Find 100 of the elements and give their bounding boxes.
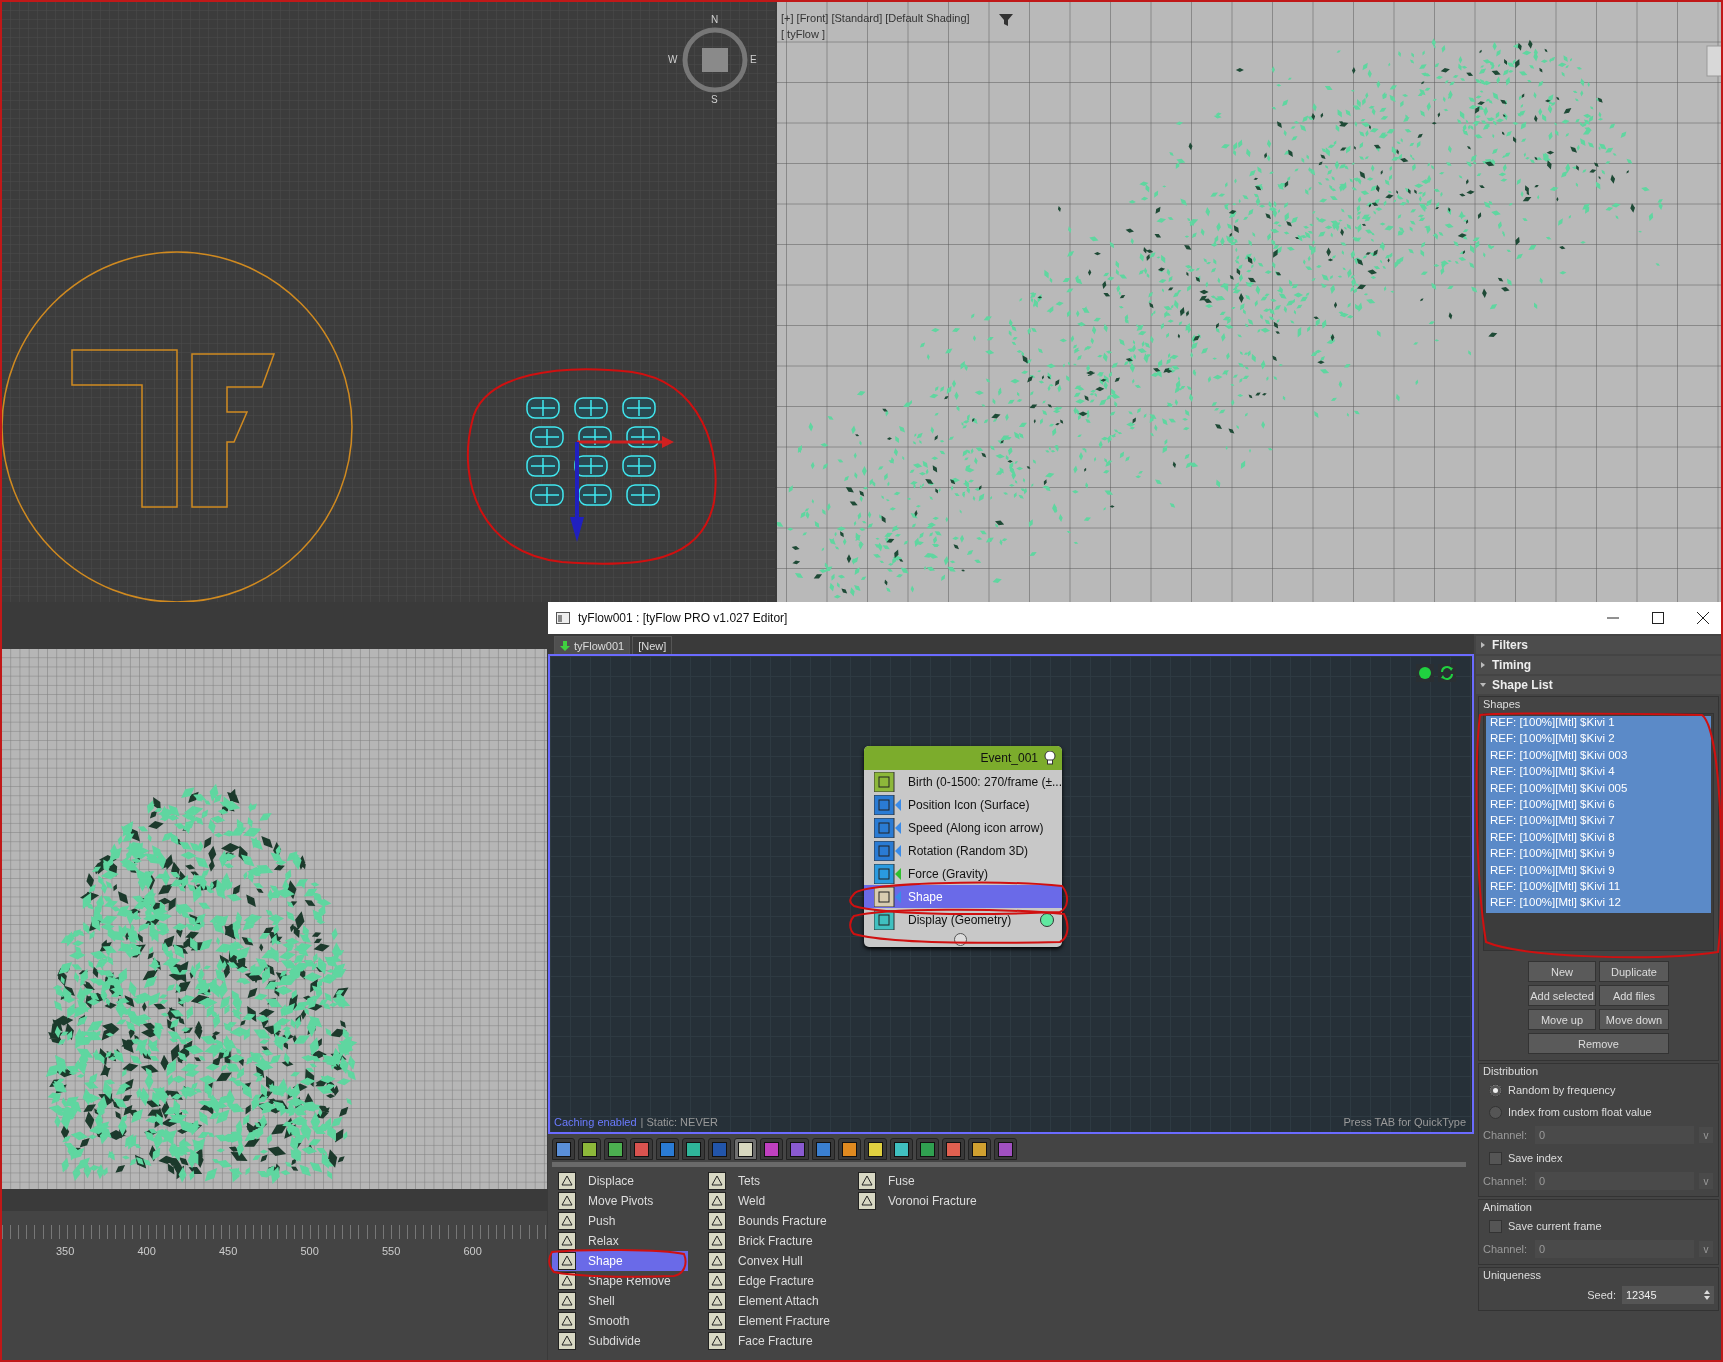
operator-list-item[interactable]: Brick Fracture [702, 1231, 852, 1251]
timeline-ruler[interactable]: 350 400 450 500 550 600 [2, 1189, 547, 1360]
operator-list-item[interactable]: Fuse [852, 1171, 1002, 1191]
shape-list-item[interactable]: REF: [100%][Mtl] $Kivi 12 [1486, 896, 1711, 913]
lightbulb-icon[interactable] [1044, 751, 1056, 765]
operator-list-item[interactable]: Shell [552, 1291, 702, 1311]
flow-tab[interactable]: tyFlow001 [554, 636, 631, 654]
radio-button[interactable] [1489, 1105, 1502, 1119]
refresh-icon[interactable] [1438, 664, 1456, 682]
operator-list-item[interactable]: Weld [702, 1191, 852, 1211]
operator-row[interactable]: Display (Geometry) [864, 908, 1062, 931]
spinner-arrows-icon[interactable] [1704, 1290, 1710, 1300]
rollout-header[interactable]: Timing [1476, 656, 1721, 674]
operator-list-item[interactable]: Shape [552, 1251, 688, 1271]
operator-icon [558, 1292, 576, 1310]
filter-icon[interactable] [999, 14, 1013, 26]
radio-button[interactable] [1489, 1083, 1502, 1097]
category-icon [998, 1141, 1013, 1157]
panel-button[interactable]: Duplicate [1599, 961, 1669, 982]
operator-row[interactable]: Speed (Along icon arrow) [864, 816, 1062, 839]
category-icon [790, 1141, 805, 1157]
front-viewport[interactable]: [+] [Front] [Standard] [Default Shading] [ tyFlow ] [777, 2, 1721, 602]
category-button[interactable] [682, 1138, 705, 1160]
operator-list-item[interactable]: Move Pivots [552, 1191, 702, 1211]
flow-canvas[interactable] [548, 654, 1474, 1134]
category-icon [764, 1141, 779, 1157]
checkbox[interactable] [1489, 1219, 1502, 1233]
operator-list-item[interactable]: Edge Fracture [702, 1271, 852, 1291]
operator-list-item[interactable]: Element Attach [702, 1291, 852, 1311]
group-title: Shapes [1483, 698, 1521, 710]
operator-row[interactable]: Force (Gravity) [864, 862, 1062, 885]
option-label[interactable]: Random by frequency [1508, 1084, 1616, 1096]
category-button[interactable] [942, 1138, 965, 1160]
operator-list-item[interactable]: Bounds Fracture [702, 1211, 852, 1231]
operator-list-item[interactable]: Smooth [552, 1311, 702, 1331]
perspective-viewport[interactable]: 350 400 450 500 550 600 [2, 649, 547, 1360]
top-viewport[interactable]: N E S W [2, 2, 775, 602]
category-button[interactable] [864, 1138, 887, 1160]
category-icon [894, 1141, 909, 1157]
group-title: Animation [1483, 1201, 1532, 1213]
operator-icon [558, 1312, 576, 1330]
shape-list-item[interactable]: REF: [100%][Mtl] $Kivi 4 [1486, 765, 1711, 782]
panel-button[interactable]: Add files [1599, 985, 1669, 1006]
operator-icon [708, 1272, 726, 1290]
category-icon [556, 1141, 571, 1157]
event-node[interactable]: Event_001 Birth (0-1500: 270/frame (±... Position Icon (Surface) Speed (Along icon arrow) Rotation (Random 3D) Force (Gravity) Shape Display (Geometry) [864, 746, 1062, 947]
operator-icon [708, 1232, 726, 1250]
operator-list-item[interactable]: Element Fracture [702, 1311, 852, 1331]
category-button[interactable] [734, 1138, 757, 1160]
operator-list-item[interactable]: Face Fracture [702, 1331, 852, 1351]
operator-icon [708, 1332, 726, 1350]
rollout-header[interactable]: Shape List [1476, 676, 1721, 694]
operator-row[interactable]: Shape [864, 885, 1062, 908]
category-icon [816, 1141, 831, 1157]
status-light-icon[interactable] [1416, 664, 1434, 682]
viewport-label[interactable]: [ tyFlow ] [781, 28, 970, 40]
viewport-label[interactable]: [+] [Front] [Standard] [Default Shading] [781, 12, 970, 24]
shape-list-item[interactable]: REF: [100%][Mtl] $Kivi 2 [1486, 732, 1711, 749]
operator-list-item[interactable]: Displace [552, 1171, 702, 1191]
operator-list-item[interactable]: Voronoi Fracture [852, 1191, 1002, 1211]
operator-row[interactable]: Position Icon (Surface) [864, 793, 1062, 816]
operator-list-item[interactable]: Subdivide [552, 1331, 702, 1351]
operator-row[interactable]: Birth (0-1500: 270/frame (±... [864, 770, 1062, 793]
category-button[interactable] [604, 1138, 627, 1160]
close-icon[interactable] [1697, 612, 1709, 624]
panel-button[interactable]: Move up [1528, 1009, 1596, 1030]
checkbox[interactable] [1489, 1151, 1502, 1165]
operator-icon [558, 1252, 576, 1270]
category-button[interactable] [916, 1138, 939, 1160]
option-label[interactable]: Save index [1508, 1152, 1563, 1164]
panel-button[interactable]: Remove [1528, 1033, 1669, 1054]
maximize-icon[interactable] [1652, 612, 1664, 624]
category-button[interactable] [838, 1138, 861, 1160]
option-label[interactable]: Index from custom float value [1508, 1106, 1652, 1118]
shape-list-item[interactable]: REF: [100%][Mtl] $Kivi 9 [1486, 847, 1711, 864]
panel-button[interactable]: Add selected [1528, 985, 1596, 1006]
rollout-header[interactable]: Filters [1476, 636, 1721, 654]
panel-button[interactable]: Move down [1599, 1009, 1669, 1030]
operator-row[interactable]: Rotation (Random 3D) [864, 839, 1062, 862]
operator-list-item[interactable]: Convex Hull [702, 1251, 852, 1271]
axis-gizmo-icon [570, 436, 674, 542]
operator-icon [874, 886, 902, 907]
download-arrow-icon [560, 640, 570, 651]
operator-list-item[interactable]: Tets [702, 1171, 852, 1191]
panel-button[interactable]: New [1528, 961, 1596, 982]
category-button[interactable] [968, 1138, 991, 1160]
category-button[interactable] [578, 1138, 601, 1160]
operator-list-item[interactable]: Push [552, 1211, 702, 1231]
option-label[interactable]: Save current frame [1508, 1220, 1602, 1232]
caching-status[interactable]: Caching enabled [554, 1116, 637, 1128]
category-button[interactable] [552, 1138, 575, 1160]
compass-drawing [682, 27, 748, 93]
field-label: Seed: [1587, 1289, 1616, 1301]
category-icon [738, 1141, 753, 1157]
shape-list-item[interactable]: REF: [100%][Mtl] $Kivi 1 [1486, 716, 1711, 733]
operator-list-item[interactable]: Relax [552, 1231, 702, 1251]
seed-spinner[interactable]: 12345 [1622, 1286, 1714, 1304]
shape-list-item[interactable]: REF: [100%][Mtl] $Kivi 7 [1486, 814, 1711, 831]
flow-tab[interactable]: [New] [632, 636, 673, 654]
category-button[interactable] [890, 1138, 913, 1160]
